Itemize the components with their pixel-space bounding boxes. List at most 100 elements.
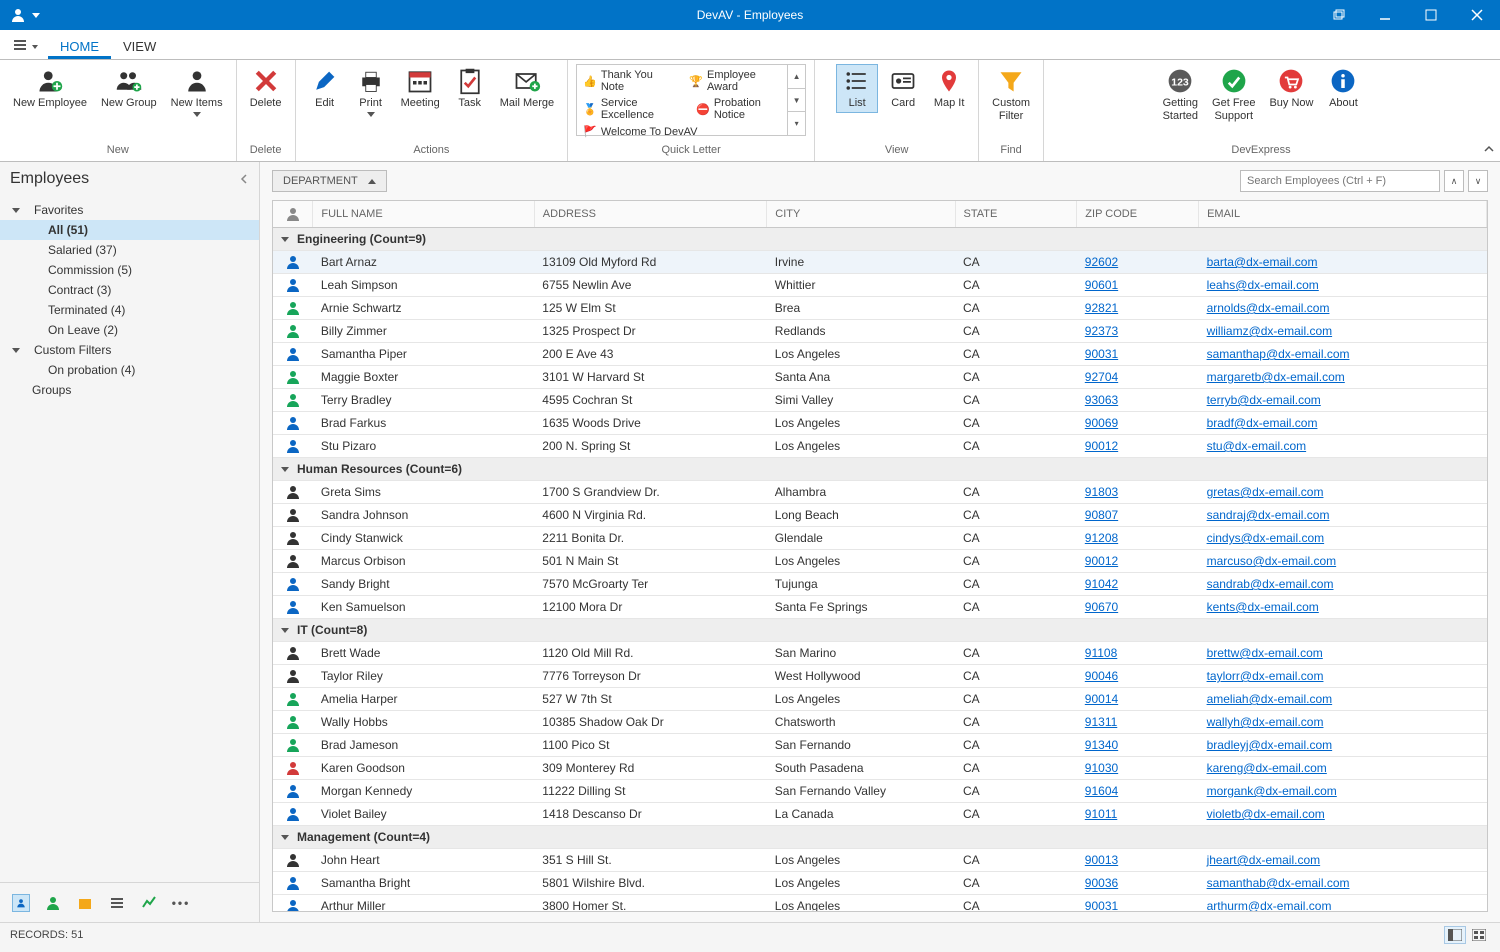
cell-email[interactable]: taylorr@dx-email.com xyxy=(1199,665,1487,688)
gallery-scroll-down[interactable]: ▼ xyxy=(788,89,805,113)
cell-zip[interactable]: 90069 xyxy=(1077,412,1199,435)
cell-zip[interactable]: 90036 xyxy=(1077,872,1199,895)
group-row[interactable]: IT (Count=8) xyxy=(273,619,1487,642)
cell-zip[interactable]: 90012 xyxy=(1077,435,1199,458)
gallery-scroll-up[interactable]: ▲ xyxy=(788,65,805,89)
column-header[interactable]: FULL NAME xyxy=(313,201,534,228)
table-row[interactable]: Samantha Bright5801 Wilshire Blvd.Los An… xyxy=(273,872,1487,895)
cell-email[interactable]: margaretb@dx-email.com xyxy=(1199,366,1487,389)
table-row[interactable]: Wally Hobbs10385 Shadow Oak DrChatsworth… xyxy=(273,711,1487,734)
table-row[interactable]: Violet Bailey1418 Descanso DrLa CanadaCA… xyxy=(273,803,1487,826)
cell-zip[interactable]: 90013 xyxy=(1077,849,1199,872)
table-row[interactable]: Terry Bradley4595 Cochran StSimi ValleyC… xyxy=(273,389,1487,412)
cell-email[interactable]: williamz@dx-email.com xyxy=(1199,320,1487,343)
table-row[interactable]: Brad Jameson1100 Pico StSan FernandoCA91… xyxy=(273,734,1487,757)
cell-email[interactable]: kents@dx-email.com xyxy=(1199,596,1487,619)
quick-letter-item[interactable]: ⛔Probation Notice xyxy=(696,97,781,121)
cell-email[interactable]: bradf@dx-email.com xyxy=(1199,412,1487,435)
status-normal-view[interactable] xyxy=(1444,926,1466,944)
cell-email[interactable]: sandrab@dx-email.com xyxy=(1199,573,1487,596)
tree-item[interactable]: Contract (3) xyxy=(0,280,259,300)
cell-zip[interactable]: 91604 xyxy=(1077,780,1199,803)
cell-email[interactable]: kareng@dx-email.com xyxy=(1199,757,1487,780)
table-row[interactable]: Stu Pizaro200 N. Spring StLos AngelesCA9… xyxy=(273,435,1487,458)
table-row[interactable]: Taylor Riley7776 Torreyson DrWest Hollyw… xyxy=(273,665,1487,688)
cell-email[interactable]: terryb@dx-email.com xyxy=(1199,389,1487,412)
window-restore-button[interactable] xyxy=(1316,0,1362,30)
cell-zip[interactable]: 91011 xyxy=(1077,803,1199,826)
quick-letter-item[interactable]: 👍Thank You Note xyxy=(583,69,671,93)
table-row[interactable]: Arthur Miller3800 Homer St.Los AngelesCA… xyxy=(273,895,1487,913)
app-menu-button[interactable] xyxy=(12,37,28,53)
cell-zip[interactable]: 90014 xyxy=(1077,688,1199,711)
table-row[interactable]: Morgan Kennedy11222 Dilling StSan Fernan… xyxy=(273,780,1487,803)
cell-email[interactable]: jheart@dx-email.com xyxy=(1199,849,1487,872)
cell-zip[interactable]: 93063 xyxy=(1077,389,1199,412)
mapit-button[interactable]: Map It xyxy=(928,64,970,113)
search-input[interactable] xyxy=(1240,170,1440,192)
cell-email[interactable]: samanthab@dx-email.com xyxy=(1199,872,1487,895)
cell-email[interactable]: gretas@dx-email.com xyxy=(1199,481,1487,504)
tab-view[interactable]: VIEW xyxy=(111,33,168,59)
quick-letter-gallery[interactable]: 👍Thank You Note🏆Employee Award🏅Service E… xyxy=(576,64,806,136)
quick-letter-item[interactable]: 🚩Welcome To DevAV xyxy=(583,125,697,138)
table-row[interactable]: Maggie Boxter3101 W Harvard StSanta AnaC… xyxy=(273,366,1487,389)
data-grid[interactable]: FULL NAMEADDRESSCITYSTATEZIP CODEEMAILEn… xyxy=(272,200,1488,912)
free-support-button[interactable]: Get Free Support xyxy=(1207,64,1260,125)
table-row[interactable]: Sandra Johnson4600 N Virginia Rd.Long Be… xyxy=(273,504,1487,527)
about-button[interactable]: About xyxy=(1322,64,1364,113)
cell-zip[interactable]: 90670 xyxy=(1077,596,1199,619)
group-row[interactable]: Management (Count=4) xyxy=(273,826,1487,849)
table-row[interactable]: Greta Sims1700 S Grandview Dr.AlhambraCA… xyxy=(273,481,1487,504)
table-row[interactable]: Bart Arnaz13109 Old Myford RdIrvineCA926… xyxy=(273,251,1487,274)
column-header[interactable]: ADDRESS xyxy=(534,201,767,228)
edit-button[interactable]: Edit xyxy=(304,64,346,113)
nav-module-employees[interactable] xyxy=(12,894,30,912)
gallery-dropdown[interactable]: ▾ xyxy=(788,112,805,135)
cell-zip[interactable]: 92704 xyxy=(1077,366,1199,389)
table-row[interactable]: Sandy Bright7570 McGroarty TerTujungaCA9… xyxy=(273,573,1487,596)
nav-module-orders[interactable] xyxy=(108,894,126,912)
cell-zip[interactable]: 92373 xyxy=(1077,320,1199,343)
cell-email[interactable]: samanthap@dx-email.com xyxy=(1199,343,1487,366)
cell-email[interactable]: arnolds@dx-email.com xyxy=(1199,297,1487,320)
table-row[interactable]: Brad Farkus1635 Woods DriveLos AngelesCA… xyxy=(273,412,1487,435)
cell-email[interactable]: cindys@dx-email.com xyxy=(1199,527,1487,550)
tab-home[interactable]: HOME xyxy=(48,33,111,59)
cell-zip[interactable]: 90031 xyxy=(1077,343,1199,366)
status-reading-view[interactable] xyxy=(1468,926,1490,944)
cell-email[interactable]: stu@dx-email.com xyxy=(1199,435,1487,458)
column-header-icon[interactable] xyxy=(273,201,313,228)
cell-zip[interactable]: 91803 xyxy=(1077,481,1199,504)
table-row[interactable]: Cindy Stanwick2211 Bonita Dr.GlendaleCA9… xyxy=(273,527,1487,550)
cell-email[interactable]: brettw@dx-email.com xyxy=(1199,642,1487,665)
cell-zip[interactable]: 91311 xyxy=(1077,711,1199,734)
table-row[interactable]: Leah Simpson6755 Newlin AveWhittierCA906… xyxy=(273,274,1487,297)
table-row[interactable]: Marcus Orbison501 N Main StLos AngelesCA… xyxy=(273,550,1487,573)
column-header[interactable]: ZIP CODE xyxy=(1077,201,1199,228)
nav-module-sales[interactable] xyxy=(140,894,158,912)
table-row[interactable]: Arnie Schwartz125 W Elm StBreaCA92821arn… xyxy=(273,297,1487,320)
cell-zip[interactable]: 91108 xyxy=(1077,642,1199,665)
print-button[interactable]: Print xyxy=(350,64,392,120)
nav-module-customers[interactable] xyxy=(44,894,62,912)
cell-email[interactable]: bradleyj@dx-email.com xyxy=(1199,734,1487,757)
delete-button[interactable]: Delete xyxy=(245,64,287,113)
group-row[interactable]: Engineering (Count=9) xyxy=(273,228,1487,251)
cell-zip[interactable]: 91340 xyxy=(1077,734,1199,757)
nav-module-products[interactable] xyxy=(76,894,94,912)
new-employee-button[interactable]: New Employee xyxy=(8,64,92,113)
cell-zip[interactable]: 90807 xyxy=(1077,504,1199,527)
table-row[interactable]: John Heart351 S Hill St.Los AngelesCA900… xyxy=(273,849,1487,872)
quick-letter-item[interactable]: 🏆Employee Award xyxy=(689,69,781,93)
cell-email[interactable]: marcuso@dx-email.com xyxy=(1199,550,1487,573)
cell-zip[interactable]: 90601 xyxy=(1077,274,1199,297)
cell-email[interactable]: ameliah@dx-email.com xyxy=(1199,688,1487,711)
tree-item[interactable]: Terminated (4) xyxy=(0,300,259,320)
table-row[interactable]: Samantha Piper200 E Ave 43Los AngelesCA9… xyxy=(273,343,1487,366)
tree-item[interactable]: On Leave (2) xyxy=(0,320,259,340)
column-header[interactable]: CITY xyxy=(767,201,955,228)
cell-email[interactable]: barta@dx-email.com xyxy=(1199,251,1487,274)
table-row[interactable]: Billy Zimmer1325 Prospect DrRedlandsCA92… xyxy=(273,320,1487,343)
cell-email[interactable]: leahs@dx-email.com xyxy=(1199,274,1487,297)
